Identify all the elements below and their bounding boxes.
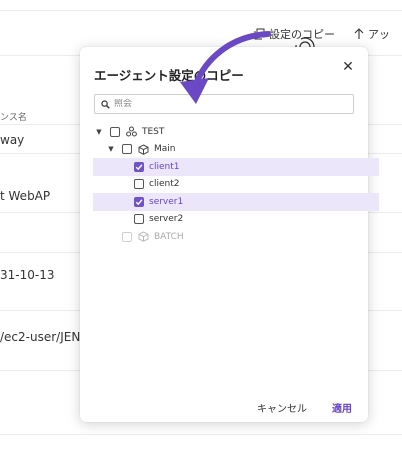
background-row-text: t WebAP	[0, 189, 51, 203]
copy-icon	[254, 28, 265, 40]
cube-icon	[138, 231, 149, 243]
cluster-icon	[126, 126, 137, 137]
divider	[0, 10, 402, 11]
checkbox[interactable]	[110, 126, 120, 137]
agent-tree: ▼ TEST ▼ Main client1 client2 server1 server2 BA…	[93, 123, 379, 246]
checkbox	[122, 231, 132, 242]
tree-item-client1[interactable]: client1	[93, 158, 379, 176]
checkbox[interactable]	[134, 214, 144, 225]
tree-item-test[interactable]: ▼ TEST	[94, 123, 354, 141]
tree-item-server2[interactable]: server2	[94, 211, 354, 229]
search-icon	[101, 99, 110, 109]
copy-agent-settings-dialog: エージェント設定のコピー ✕ ▼ TEST ▼ Main client1 client2 s…	[80, 47, 379, 422]
checkbox[interactable]	[122, 144, 132, 155]
tree-item-label: server2	[149, 214, 184, 225]
background-row-text: way	[0, 133, 25, 147]
tree-item-main[interactable]: ▼ Main	[94, 141, 354, 159]
column-header: ンス名	[0, 113, 27, 123]
background-row-text: /ec2-user/JENN	[0, 330, 90, 344]
checkmark-icon	[135, 164, 143, 170]
tree-item-label: client2	[149, 179, 180, 190]
checkbox[interactable]	[134, 179, 144, 190]
tree-item-client2[interactable]: client2	[94, 176, 354, 194]
arrow-up-icon	[354, 28, 364, 40]
tree-item-label: BATCH	[154, 231, 184, 242]
tree-item-label: TEST	[142, 126, 165, 137]
upload-label: アッ	[368, 28, 390, 41]
cube-icon	[138, 144, 149, 155]
tree-item-label: client1	[149, 161, 180, 172]
checkbox[interactable]	[134, 196, 144, 207]
close-icon: ✕	[342, 59, 354, 75]
tree-item-batch: BATCH	[94, 228, 354, 246]
checkbox[interactable]	[134, 161, 144, 172]
close-button[interactable]: ✕	[340, 59, 356, 75]
tree-item-label: Main	[154, 144, 176, 155]
expand-caret-icon[interactable]: ▼	[106, 145, 116, 153]
checkmark-icon	[135, 199, 143, 205]
background-row-text: 31-10-13	[0, 268, 55, 282]
search-input[interactable]	[110, 99, 334, 109]
upload-button[interactable]: アッ	[354, 26, 390, 42]
divider	[0, 434, 402, 435]
expand-caret-icon[interactable]: ▼	[94, 128, 104, 136]
dialog-title: エージェント設定のコピー	[94, 68, 244, 83]
apply-button[interactable]: 適用	[332, 400, 352, 415]
tree-item-server1[interactable]: server1	[93, 193, 379, 211]
search-field[interactable]	[94, 94, 354, 114]
tree-item-label: server1	[149, 196, 184, 207]
cancel-button[interactable]: キャンセル	[257, 400, 307, 415]
